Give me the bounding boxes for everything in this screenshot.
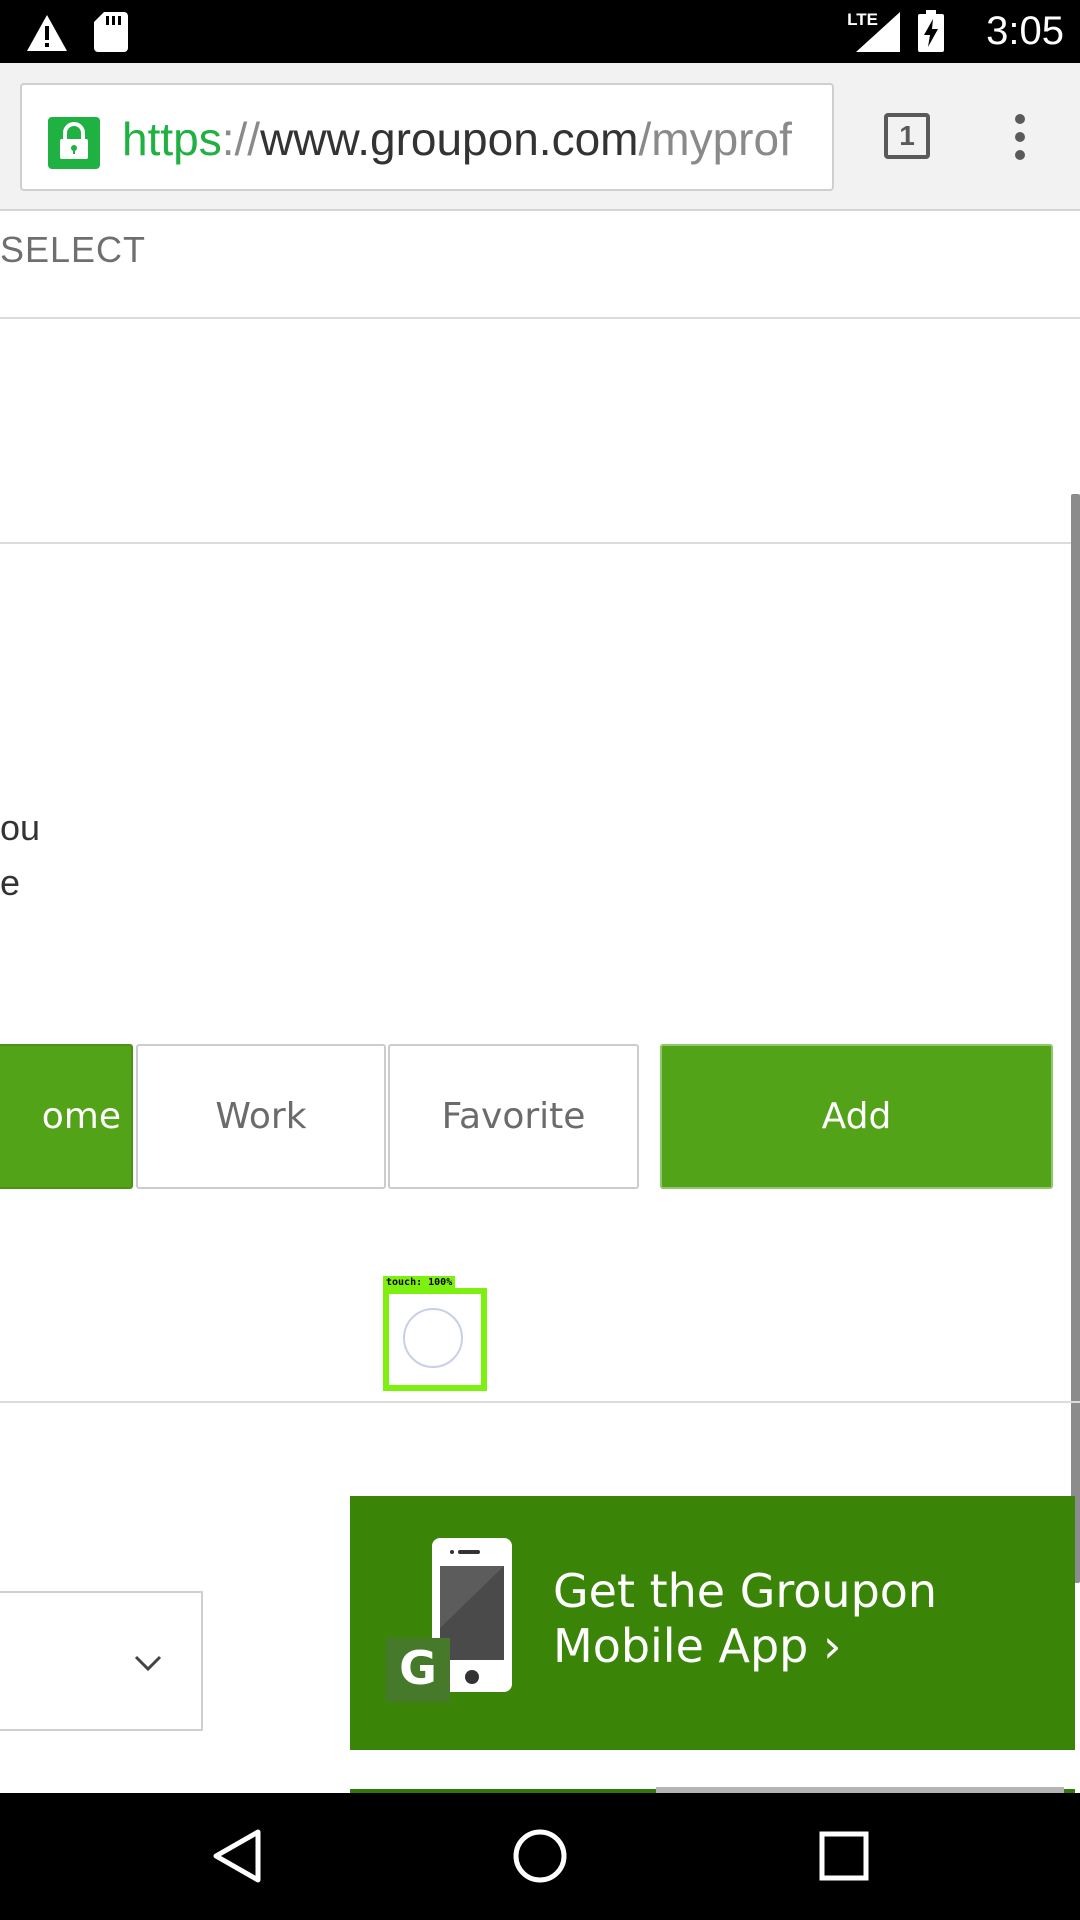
address-type-work-label: Work xyxy=(215,1096,307,1137)
battery-charging-icon xyxy=(918,10,944,52)
add-button[interactable]: Add xyxy=(660,1044,1053,1189)
address-type-favorite-label: Favorite xyxy=(441,1096,586,1137)
app-banner-line-1: Get the Groupon xyxy=(553,1564,938,1618)
status-time: 3:05 xyxy=(986,9,1064,53)
sd-card-icon xyxy=(94,12,128,52)
app-download-banner[interactable]: G Get the Groupon Mobile App › xyxy=(350,1496,1075,1750)
tab-switcher-icon[interactable]: 1 xyxy=(884,113,930,159)
browser-toolbar: https://www.groupon.com/myprof 1 xyxy=(0,63,1080,211)
warning-icon xyxy=(27,15,67,51)
recents-icon[interactable] xyxy=(814,1826,874,1886)
app-banner-line-2: Mobile App › xyxy=(553,1619,842,1673)
scrollbar[interactable] xyxy=(1071,494,1080,1583)
phone-icon: G xyxy=(386,1538,512,1702)
lock-icon xyxy=(48,117,100,169)
signal-icon xyxy=(856,12,900,52)
chevron-down-icon xyxy=(134,1655,162,1672)
app-banner-text: Get the Groupon Mobile App › xyxy=(553,1564,937,1674)
overflow-menu-icon[interactable] xyxy=(1000,113,1040,161)
address-type-work-button[interactable]: Work xyxy=(136,1044,386,1189)
status-bar: LTE 3:05 xyxy=(0,0,1080,63)
home-icon[interactable] xyxy=(510,1826,570,1886)
select-dropdown[interactable] xyxy=(0,1591,203,1731)
url-path: /myprof xyxy=(638,113,792,165)
address-bar[interactable]: https://www.groupon.com/myprof xyxy=(20,83,834,191)
url-text: https://www.groupon.com/myprof xyxy=(122,111,792,167)
divider xyxy=(0,1401,1080,1403)
address-type-favorite-button[interactable]: Favorite xyxy=(388,1044,639,1189)
text-fragment: ou xyxy=(0,807,41,848)
add-button-label: Add xyxy=(821,1096,892,1137)
select-label[interactable]: SELECT xyxy=(0,229,146,271)
system-nav-bar xyxy=(0,1793,1080,1920)
url-scheme: https xyxy=(122,113,222,165)
touch-point-indicator xyxy=(403,1308,463,1368)
page-content: SELECT ou e ome Work Favorite Add touch:… xyxy=(0,211,1080,1793)
divider xyxy=(0,542,1080,544)
tab-count: 1 xyxy=(899,120,915,151)
url-host: www.groupon.com xyxy=(260,113,639,165)
back-icon[interactable] xyxy=(206,1826,266,1886)
url-separator: :// xyxy=(221,113,261,165)
address-type-home-label: ome xyxy=(41,1096,121,1137)
divider xyxy=(0,317,1080,319)
address-type-home-button[interactable]: ome xyxy=(0,1044,133,1189)
text-fragment: e xyxy=(0,862,21,903)
groupon-logo-letter: G xyxy=(399,1641,437,1695)
